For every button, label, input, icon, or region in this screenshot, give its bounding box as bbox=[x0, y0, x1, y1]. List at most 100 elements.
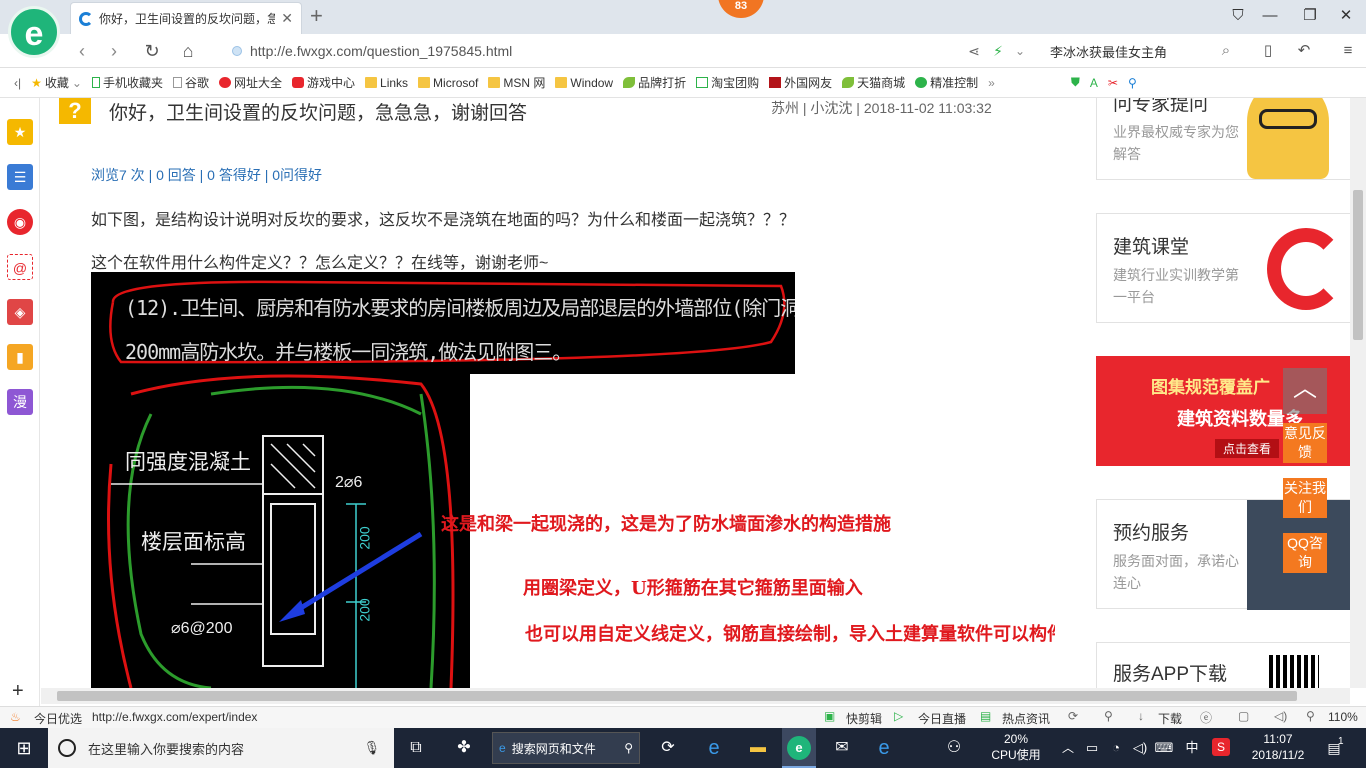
bookmark-item[interactable]: 网址大全 bbox=[219, 74, 282, 91]
news-icon[interactable]: ☰ bbox=[7, 164, 33, 190]
course-card[interactable]: 建筑课堂 建筑行业实训教学第一平台 bbox=[1096, 213, 1350, 323]
status-item[interactable]: 下载 bbox=[1158, 710, 1182, 727]
question-stats[interactable]: 浏览7 次 | 0 回答 | 0 答得好 | 0问得好 bbox=[91, 165, 322, 185]
more-bookmarks-icon[interactable]: » bbox=[988, 76, 995, 90]
magnifier-icon[interactable]: ⚲ bbox=[1128, 76, 1137, 90]
bookmark-item[interactable]: 精准控制 bbox=[915, 74, 978, 91]
app-download-card[interactable]: 服务APP下载 bbox=[1096, 642, 1350, 688]
phone-icon[interactable]: ▯ bbox=[1254, 39, 1282, 63]
zoom-level[interactable]: 110% bbox=[1328, 710, 1358, 724]
app-icon[interactable]: ⟳ bbox=[656, 736, 680, 760]
scroll-thumb[interactable] bbox=[57, 691, 1297, 701]
close-window-icon[interactable]: ✕ bbox=[1332, 4, 1360, 28]
minimize-icon[interactable]: — bbox=[1256, 4, 1284, 28]
scissors-icon[interactable]: ✂ bbox=[1108, 76, 1118, 90]
new-tab-icon[interactable]: + bbox=[310, 4, 323, 28]
bookmark-item[interactable]: 天猫商城 bbox=[842, 74, 905, 91]
browser-tab[interactable]: 你好，卫生间设置的反坎问题，急 ✕ bbox=[70, 2, 302, 34]
status-item[interactable]: 今日直播 bbox=[918, 710, 966, 727]
wifi-icon[interactable]: ◔ bbox=[1104, 736, 1128, 760]
ime-indicator[interactable]: 中 bbox=[1180, 736, 1204, 760]
ie-mode-icon[interactable]: ⓔ bbox=[1200, 709, 1212, 726]
follow-us-button[interactable]: 关注我们 bbox=[1283, 478, 1327, 518]
forward-icon[interactable]: › bbox=[100, 39, 128, 63]
windows-start-icon[interactable]: ⊞ bbox=[12, 736, 36, 760]
zoom-icon[interactable]: ⚲ bbox=[1306, 709, 1315, 723]
windows-taskbar: ⊞ 在这里输入你要搜索的内容 🎙 ⧉ ✤ e 搜索网页和文件 ⚲ ⟳ e ▬ e… bbox=[0, 728, 1366, 768]
book-icon[interactable]: ▮ bbox=[7, 344, 33, 370]
notification-badge[interactable]: 83 bbox=[718, 0, 764, 18]
keyboard-icon[interactable]: ⌨ bbox=[1152, 736, 1176, 760]
scroll-thumb[interactable] bbox=[1353, 190, 1363, 340]
mail-icon[interactable]: ✉ bbox=[830, 736, 854, 760]
file-explorer-icon[interactable]: ▬ bbox=[746, 736, 770, 760]
shirt-skin-icon[interactable]: ⛉ bbox=[1224, 4, 1252, 28]
bookmark-item[interactable]: 外国网友 bbox=[769, 74, 832, 91]
translate-icon[interactable]: A bbox=[1090, 76, 1098, 90]
clock-time: 11:07 bbox=[1263, 732, 1293, 746]
edge-browser-icon[interactable]: e bbox=[872, 736, 896, 760]
taskbar-web-search[interactable]: e 搜索网页和文件 ⚲ bbox=[492, 732, 640, 764]
question-body-2: 这个在软件用什么构件定义？？怎么定义？？在线等，谢谢老师~ bbox=[91, 255, 549, 272]
browser-logo-icon[interactable]: e bbox=[8, 6, 60, 58]
bookmark-item[interactable]: 游戏中心 bbox=[292, 74, 355, 91]
banner-link[interactable]: 点击查看 bbox=[1215, 439, 1280, 458]
undo-icon[interactable]: ↶ bbox=[1290, 39, 1318, 63]
bookmark-item[interactable]: 手机收藏夹 bbox=[91, 74, 163, 91]
bookmark-item[interactable]: ★ 收藏 ⌄ bbox=[31, 74, 82, 91]
restore-icon[interactable]: ❐ bbox=[1296, 4, 1324, 28]
address-toolbar: ‹ › ↻ ⌂ http://e.fwxgx.com/question_1975… bbox=[0, 34, 1366, 68]
bookmark-item[interactable]: Window bbox=[555, 76, 613, 90]
favorites-icon[interactable]: ★ bbox=[7, 119, 33, 145]
active-browser-app[interactable]: e bbox=[782, 728, 816, 768]
status-item[interactable]: 快剪辑 bbox=[846, 710, 882, 727]
speaker-icon[interactable]: ◁) bbox=[1128, 736, 1152, 760]
bookmark-item[interactable]: MSN 网 bbox=[488, 74, 545, 91]
collapse-sidebar-icon[interactable]: ‹| bbox=[14, 76, 21, 90]
bookmark-item[interactable]: 谷歌 bbox=[172, 74, 209, 91]
pinwheel-icon[interactable]: ✤ bbox=[452, 736, 476, 760]
network-icon[interactable]: ▭ bbox=[1080, 736, 1104, 760]
microphone-icon[interactable]: 🎙 bbox=[363, 740, 380, 756]
site-info-icon[interactable] bbox=[232, 46, 242, 56]
bookmark-item[interactable]: Microsof bbox=[418, 76, 478, 90]
show-hidden-icons-icon[interactable]: ︿ bbox=[1056, 736, 1080, 760]
feedback-button[interactable]: 意见反馈 bbox=[1283, 423, 1327, 463]
window-icon[interactable]: ▢ bbox=[1238, 709, 1249, 723]
back-to-top-icon[interactable]: ︿ bbox=[1283, 368, 1327, 414]
search-input[interactable]: 李冰冰获最佳女主角 bbox=[1040, 39, 1240, 63]
sogou-icon[interactable]: S bbox=[1212, 738, 1230, 756]
cpu-monitor[interactable]: 20% CPU使用 bbox=[986, 731, 1046, 763]
weibo-icon[interactable]: ◉ bbox=[7, 209, 33, 235]
add-sidebar-icon[interactable]: + bbox=[12, 680, 24, 703]
qq-consult-button[interactable]: QQ咨询 bbox=[1283, 533, 1327, 573]
volume-icon[interactable]: ◁) bbox=[1274, 709, 1287, 723]
bookmark-item[interactable]: 淘宝团购 bbox=[696, 74, 759, 91]
task-view-icon[interactable]: ⧉ bbox=[404, 736, 428, 760]
tab-close-icon[interactable]: ✕ bbox=[281, 10, 293, 27]
home-icon[interactable]: ⌂ bbox=[174, 39, 202, 63]
accelerate-icon[interactable]: ⟳ bbox=[1068, 709, 1078, 723]
shield-icon[interactable]: ⛊ bbox=[1071, 75, 1080, 90]
search-icon[interactable]: ⌕ bbox=[1212, 39, 1240, 63]
menu-icon[interactable]: ≡ bbox=[1334, 39, 1362, 63]
comic-icon[interactable]: 漫 bbox=[7, 389, 33, 415]
bookmark-item[interactable]: 品牌打折 bbox=[623, 74, 686, 91]
address-bar[interactable]: http://e.fwxgx.com/question_1975845.html bbox=[232, 39, 952, 63]
back-icon[interactable]: ‹ bbox=[68, 39, 96, 63]
vertical-scrollbar[interactable] bbox=[1350, 98, 1366, 688]
cortana-search-input[interactable]: 在这里输入你要搜索的内容 🎙 bbox=[48, 728, 394, 768]
mail-icon[interactable]: @ bbox=[7, 254, 33, 280]
chevron-down-icon[interactable]: ⌄ bbox=[1006, 39, 1034, 63]
status-item[interactable]: 热点资讯 bbox=[1002, 710, 1050, 727]
ask-expert-card[interactable]: 问专家提问 业界最权威专家为您解答 bbox=[1096, 98, 1350, 180]
pin-icon[interactable]: ⚲ bbox=[1104, 709, 1113, 723]
game-icon[interactable]: ◈ bbox=[7, 299, 33, 325]
bookmark-item[interactable]: Links bbox=[365, 76, 408, 90]
horizontal-scrollbar[interactable] bbox=[41, 688, 1350, 704]
ie-icon[interactable]: e bbox=[702, 736, 726, 760]
refresh-icon[interactable]: ↻ bbox=[138, 39, 166, 63]
people-icon[interactable]: ⚇ bbox=[942, 736, 966, 760]
today-picks-link[interactable]: 今日优选 bbox=[34, 710, 82, 727]
clock[interactable]: 11:07 2018/11/2 bbox=[1240, 731, 1316, 763]
